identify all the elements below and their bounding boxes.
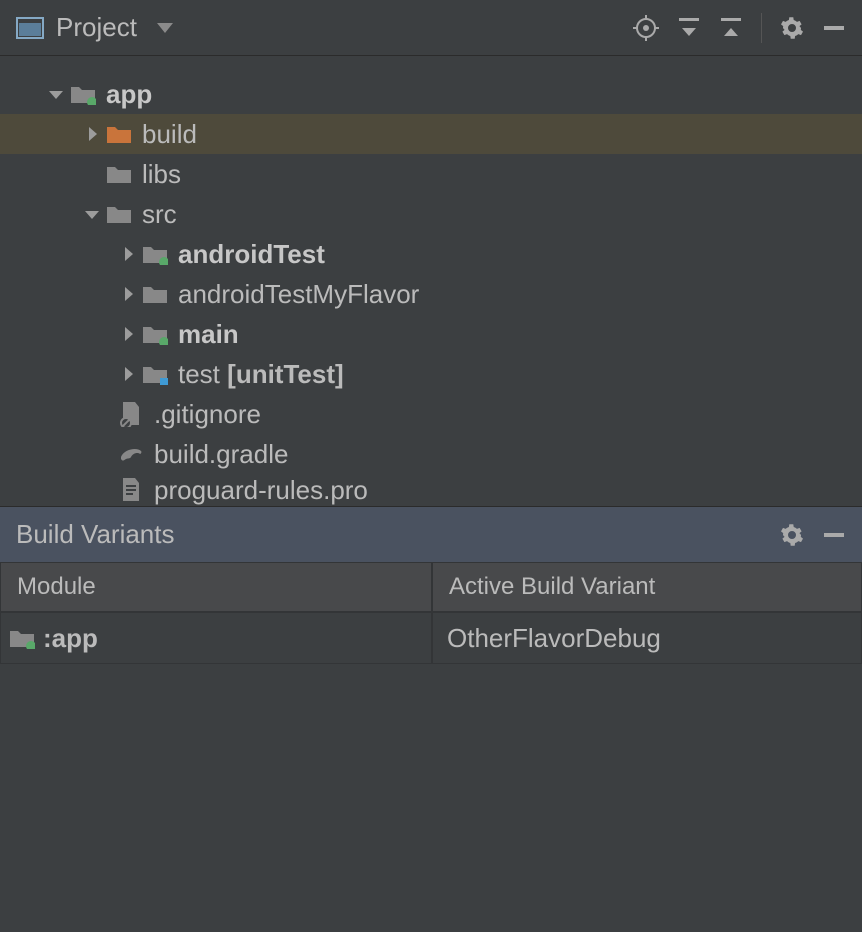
module-folder-icon	[9, 627, 35, 649]
build-variants-table: Module Active Build Variant :app OtherFl…	[0, 562, 862, 664]
gitignore-file-icon	[116, 401, 146, 427]
test-folder-icon	[140, 363, 170, 385]
tree-item-label: proguard-rules.pro	[154, 475, 368, 506]
window-icon	[16, 17, 44, 39]
project-title[interactable]: Project	[56, 12, 137, 43]
tree-item-label: test	[178, 359, 220, 390]
cell-module[interactable]: :app	[0, 612, 432, 664]
tree-item-label: libs	[142, 159, 181, 190]
module-folder-icon	[68, 83, 98, 105]
tree-item-buildgradle[interactable]: build.gradle	[0, 434, 862, 474]
tree-item-label: androidTestMyFlavor	[178, 279, 419, 310]
tree-item-label: build.gradle	[154, 439, 288, 470]
tree-item-proguard[interactable]: proguard-rules.pro	[0, 474, 862, 506]
chevron-down-icon[interactable]	[80, 207, 104, 221]
gear-icon[interactable]	[780, 16, 804, 40]
minimize-icon[interactable]	[822, 523, 846, 547]
tree-item-label: .gitignore	[154, 399, 261, 430]
build-variants-title: Build Variants	[16, 519, 175, 550]
tree-item-gitignore[interactable]: .gitignore	[0, 394, 862, 434]
tree-item-src[interactable]: src	[0, 194, 862, 234]
table-row[interactable]: :app OtherFlavorDebug	[0, 612, 862, 664]
tree-item-label: app	[106, 79, 152, 110]
target-icon[interactable]	[633, 15, 659, 41]
tree-item-app[interactable]: app	[0, 74, 862, 114]
tree-item-label: main	[178, 319, 239, 350]
chevron-right-icon[interactable]	[116, 367, 140, 381]
project-toolbar-right	[633, 13, 846, 43]
empty-area	[0, 664, 862, 932]
build-variants-toolbar-right	[780, 523, 846, 547]
chevron-right-icon[interactable]	[80, 127, 104, 141]
tree-item-main[interactable]: main	[0, 314, 862, 354]
cell-variant[interactable]: OtherFlavorDebug	[432, 612, 862, 664]
folder-icon	[104, 123, 134, 145]
collapse-all-icon[interactable]	[719, 16, 743, 40]
chevron-right-icon[interactable]	[116, 327, 140, 341]
source-folder-icon	[140, 323, 170, 345]
cell-module-label: :app	[43, 623, 98, 654]
cell-variant-label: OtherFlavorDebug	[447, 623, 661, 654]
build-variants-toolbar: Build Variants	[0, 506, 862, 562]
tree-item-libs[interactable]: libs	[0, 154, 862, 194]
tree-item-build[interactable]: build	[0, 114, 862, 154]
tree-item-label: androidTest	[178, 239, 325, 270]
tree-item-label: src	[142, 199, 177, 230]
tree-item-cut[interactable]	[0, 56, 862, 74]
gear-icon[interactable]	[780, 523, 804, 547]
tree-item-androidtest[interactable]: androidTest	[0, 234, 862, 274]
tree-item-label: build	[142, 119, 197, 150]
folder-icon	[140, 283, 170, 305]
chevron-down-icon[interactable]	[44, 87, 68, 101]
column-module[interactable]: Module	[0, 562, 432, 612]
column-variant[interactable]: Active Build Variant	[432, 562, 862, 612]
chevron-right-icon[interactable]	[116, 287, 140, 301]
folder-icon	[104, 203, 134, 225]
tree-item-androidtestmyflavor[interactable]: androidTestMyFlavor	[0, 274, 862, 314]
table-header: Module Active Build Variant	[0, 562, 862, 612]
folder-icon	[104, 163, 134, 185]
tree-item-test[interactable]: test [unitTest]	[0, 354, 862, 394]
tree-item-suffix: [unitTest]	[227, 359, 344, 390]
test-folder-icon	[140, 243, 170, 265]
gradle-file-icon	[116, 443, 146, 465]
chevron-down-icon[interactable]	[157, 23, 173, 33]
project-toolbar: Project	[0, 0, 862, 56]
expand-all-icon[interactable]	[677, 16, 701, 40]
project-tree: app build libs src	[0, 56, 862, 506]
project-toolbar-left: Project	[16, 12, 173, 43]
chevron-right-icon[interactable]	[116, 247, 140, 261]
minimize-icon[interactable]	[822, 16, 846, 40]
toolbar-divider	[761, 13, 762, 43]
text-file-icon	[116, 477, 146, 503]
